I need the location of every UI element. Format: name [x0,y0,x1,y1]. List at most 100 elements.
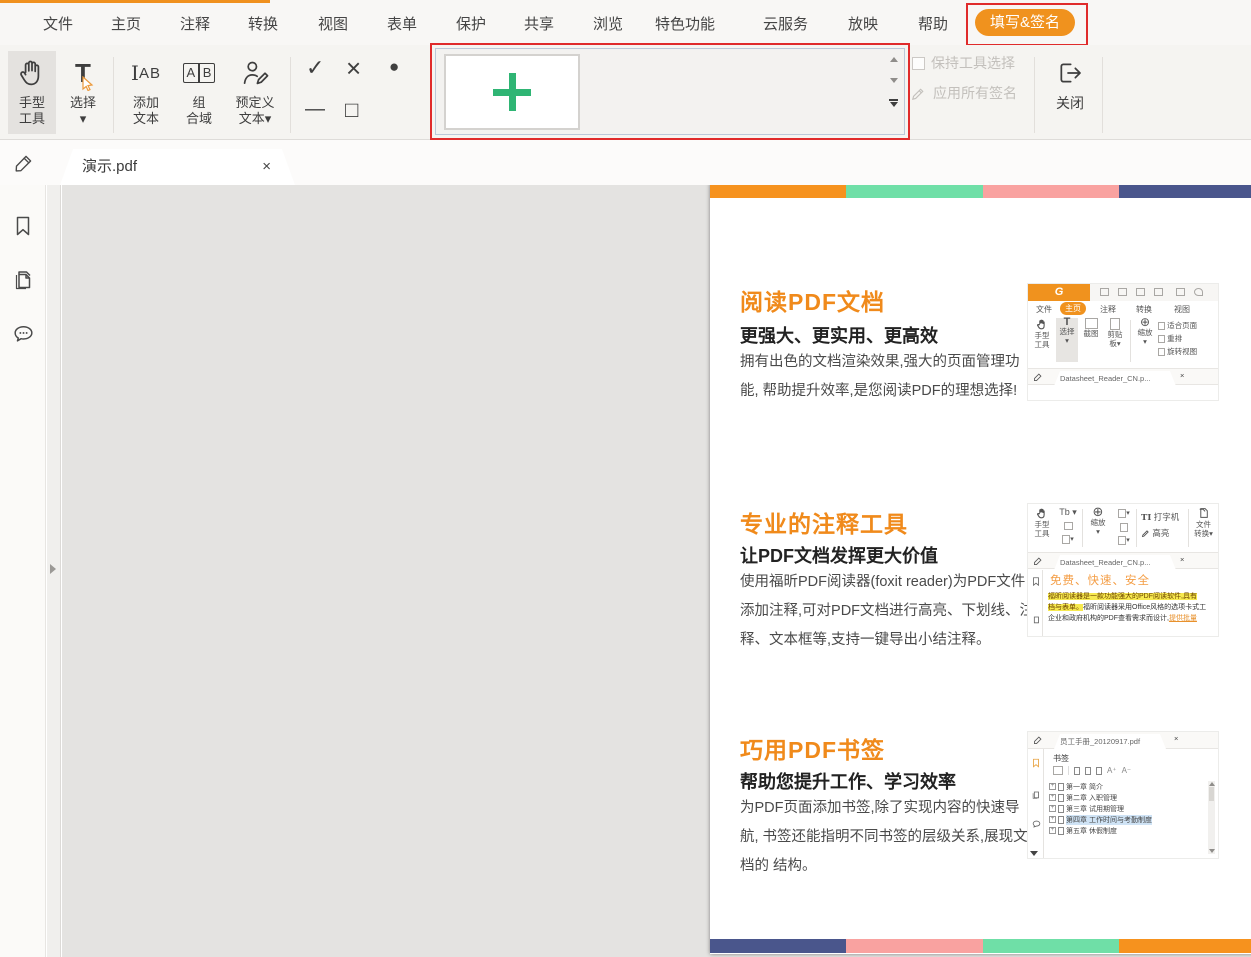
apply-all-signatures-option[interactable]: 应用所有签名 [910,83,1017,103]
exit-icon [1054,51,1086,95]
mini-zoom-tool: ⊕ 缩放▾ [1134,318,1156,346]
mini-bookmark-icon-active [1031,757,1041,769]
mini-scrollbar [1208,781,1215,854]
section2-subtitle: 让PDF文档发挥更大价值 [740,542,938,568]
thumbnail-annotation-tools: 手型工具 Tb ▾ ▾ ⊕ 缩放▾ ▾ ▾ [1028,504,1218,636]
mini-page-tools: ▾ ▾ [1114,506,1134,547]
section3-title: 巧用PDF书签 [740,731,885,765]
keep-tool-checkbox[interactable] [912,57,925,70]
gallery-expand-icon[interactable] [889,99,898,107]
mini-pencil-icon [1033,735,1043,745]
pages-panel-icon[interactable] [11,267,35,293]
menu-item-form[interactable]: 表单 [387,13,417,34]
top-accent-strip [0,0,270,3]
select-dropdown-caret: ▾ [80,111,87,126]
red-highlight-box-fill-sign [966,3,1088,46]
menu-item-share[interactable]: 共享 [524,13,554,34]
gallery-scroll-up-icon[interactable] [890,57,898,62]
pencil-icon[interactable] [13,152,35,174]
add-text-label2: 文本 [133,111,159,126]
mini-foxit-logo: G [1028,284,1090,301]
hand-tool-button[interactable]: 手型 工具 [8,51,56,134]
document-tab[interactable]: 演示.pdf × [60,149,295,185]
mini-tab-row: Datasheet_Reader_CN.p... × [1028,368,1218,385]
select-tool-button[interactable]: T 选择 ▾ [60,51,106,134]
tab-close-icon[interactable]: × [262,149,271,185]
dot-mark-tool[interactable]: ● [389,57,399,77]
keep-tool-selection-option[interactable]: 保持工具选择 [912,53,1015,73]
gallery-scroll-down-icon[interactable] [890,78,898,83]
document-canvas[interactable]: 阅读PDF文档 更强大、更实用、更高效 拥有出色的文档渲染效果,强大的页面管理功… [62,185,1251,957]
document-tab-bar: 演示.pdf × [0,140,1251,185]
menu-item-home[interactable]: 主页 [111,13,141,34]
menu-item-help[interactable]: 帮助 [918,13,948,34]
combine-fields-icon: AB [183,51,216,95]
mini-open-icon [1100,288,1109,296]
mini-pencil-icon [1033,372,1043,382]
check-mark-tool[interactable]: ✓ [306,55,324,81]
combine-fields-label1: 组 [192,95,205,110]
close-label: 关闭 [1056,95,1084,111]
menu-bar: 文件 主页 注释 转换 视图 表单 保护 共享 浏览 特色功能 云服务 放映 帮… [0,0,1251,45]
line-mark-tool[interactable]: — [305,98,325,121]
mini-save-icon [1118,288,1127,296]
page-bottom-color-band [710,939,1251,953]
mini-tab-close: × [1180,555,1184,564]
predefined-dropdown-caret: ▾ [265,111,272,126]
menu-item-comment[interactable]: 注释 [180,13,210,34]
mini-sidebar-more-icon [1030,851,1038,856]
mini-panel-toolbar: A⁺ A⁻ [1053,764,1131,777]
menu-item-features[interactable]: 特色功能 [655,13,715,34]
mini-convert-tool: 文件转换▾ [1191,506,1216,538]
comments-panel-icon[interactable] [11,321,36,347]
section3-body: 为PDF页面添加书签,除了实现内容的快速导航, 书签还能指明不同书签的层级关系,… [740,794,1036,881]
menu-item-protect[interactable]: 保护 [456,13,486,34]
add-text-icon: IAB [131,51,161,95]
menu-item-file[interactable]: 文件 [43,13,73,34]
cross-mark-tool[interactable]: × [346,53,361,84]
mini-menu-convert: 转换 [1136,304,1152,315]
mini-panel-title: 书签 [1053,753,1069,764]
close-fill-sign-button[interactable]: 关闭 [1042,51,1098,134]
mini-view-tools: 适合页面 重排 旋转视图 [1158,319,1216,358]
apply-all-label: 应用所有签名 [933,83,1017,103]
plus-icon [493,73,531,111]
page-top-color-band [710,185,1251,198]
mini-menu-home-active: 主页 [1060,302,1086,315]
mini-typewriter-highlight: TI 打字机 高亮 [1141,510,1187,541]
panel-expand-handle[interactable] [50,564,56,574]
menu-item-convert[interactable]: 转换 [248,13,278,34]
mini-sidebar [1028,749,1044,858]
pdf-page: 阅读PDF文档 更强大、更实用、更高效 拥有出色的文档渲染效果,强大的页面管理功… [710,185,1251,954]
ribbon-divider [113,57,114,133]
bookmarks-panel-icon[interactable] [11,213,35,239]
menu-item-browse[interactable]: 浏览 [593,13,623,34]
mini-menu-file: 文件 [1036,304,1052,315]
section3-subtitle: 帮助您提升工作、学习效率 [740,768,956,794]
mini-tab-row: Datasheet_Reader_CN.p... × [1028,552,1218,569]
menu-item-present[interactable]: 放映 [848,13,878,34]
foxit-reader-window: 文件 主页 注释 转换 视图 表单 保护 共享 浏览 特色功能 云服务 放映 帮… [0,0,1251,957]
section2-title: 专业的注释工具 [740,505,908,539]
mini-menu-view: 视图 [1174,304,1190,315]
mini-select-stack: Tb ▾ ▾ [1058,506,1078,546]
mini-tab-close: × [1180,371,1184,380]
mini-sidebar [1028,570,1043,636]
add-text-button[interactable]: IAB 添加 文本 [121,51,171,134]
menu-item-view[interactable]: 视图 [318,13,348,34]
combine-fields-button[interactable]: AB 组 合域 [175,51,223,134]
document-tab-title: 演示.pdf [82,158,137,175]
mini-tab-row: 员工手册_20120917.pdf × [1028,732,1218,749]
mini-snapshot-tool: 截图 [1080,318,1102,338]
section2-body: 使用福昕PDF阅读器(foxit reader)为PDF文件添加注释,可对PDF… [740,568,1036,655]
navigation-sidebar [0,185,46,957]
square-mark-tool[interactable]: □ [345,97,358,123]
keep-tool-label: 保持工具选择 [931,53,1015,73]
ribbon-divider [1102,57,1103,133]
mini-export-icon [1154,288,1163,296]
hand-tool-label2: 工具 [19,111,45,126]
predefined-text-button[interactable]: 预定义 文本▾ [227,51,283,134]
menu-item-cloud[interactable]: 云服务 [763,13,808,34]
mini-print-icon [1136,288,1145,296]
add-signature-tile[interactable] [444,54,580,130]
